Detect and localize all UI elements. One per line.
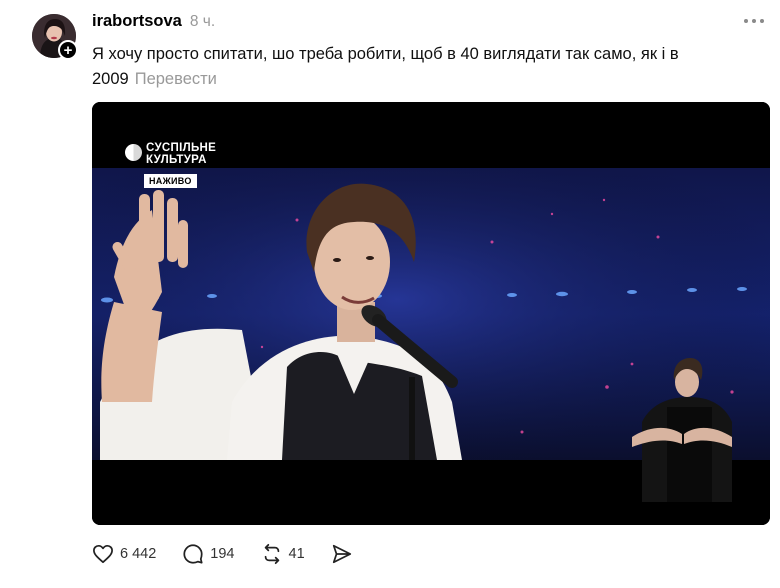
- repost-icon: [264, 543, 279, 565]
- channel-name-line2: КУЛЬТУРА: [146, 154, 207, 166]
- heart-icon: [93, 544, 113, 564]
- comment-count: 194: [210, 546, 235, 562]
- share-icon: [332, 544, 351, 564]
- translate-link[interactable]: Перевести: [135, 70, 217, 88]
- channel-name-line1: СУСПІЛЬНЕ: [146, 142, 217, 154]
- action-bar: 6 442 194 41: [92, 543, 379, 565]
- post-time[interactable]: 8 ч.: [190, 13, 215, 31]
- comment-icon: [183, 544, 203, 564]
- post-video[interactable]: СУСПІЛЬНЕ КУЛЬТУРА НАЖИВО: [92, 102, 770, 525]
- live-badge: НАЖИВО: [144, 174, 197, 188]
- repost-count: 41: [288, 546, 305, 562]
- like-count: 6 442: [120, 546, 157, 562]
- post-header: irabortsova 8 ч.: [92, 12, 215, 31]
- more-dots-icon[interactable]: [744, 19, 764, 23]
- post-text: Я хочу просто спитати, шо треба робити, …: [92, 42, 762, 92]
- comment-button[interactable]: 194: [182, 543, 235, 565]
- like-button[interactable]: 6 442: [92, 544, 156, 564]
- thread-post: + irabortsova 8 ч. Я хочу просто спитати…: [0, 0, 780, 588]
- share-button[interactable]: [331, 543, 353, 565]
- follow-button[interactable]: +: [58, 40, 78, 60]
- username[interactable]: irabortsova: [92, 12, 182, 31]
- repost-button[interactable]: 41: [261, 543, 305, 565]
- channel-logo-icon: [125, 144, 142, 161]
